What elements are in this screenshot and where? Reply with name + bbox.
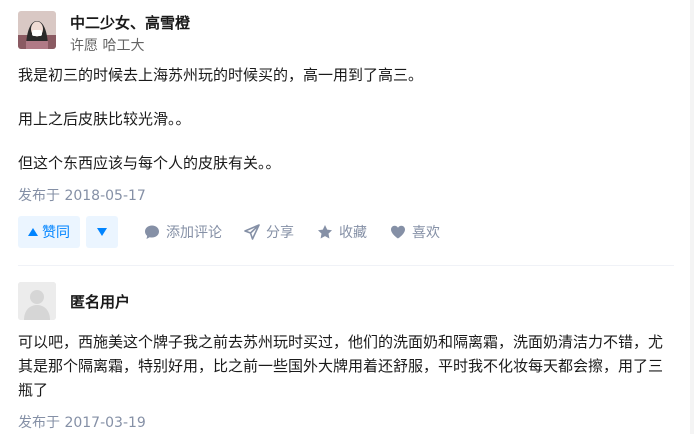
triangle-down-icon — [97, 228, 107, 236]
vote-up-label: 赞同 — [42, 225, 70, 241]
author-headline: 许愿 哈工大 — [70, 38, 145, 54]
favorite-button[interactable]: 收藏 — [317, 216, 367, 248]
share-icon — [244, 224, 260, 240]
answer-paragraph: 我是初三的时候去上海苏州玩的时候买的，高一用到了高三。 — [18, 66, 424, 84]
answer-divider — [18, 265, 674, 266]
share-label: 分享 — [266, 225, 294, 241]
comment-button[interactable]: 添加评论 — [144, 216, 222, 248]
published-time[interactable]: 发布于 2018-05-17 — [18, 185, 146, 205]
author-info: 中二少女、高雪橙 许愿 哈工大 — [18, 11, 618, 54]
like-button[interactable]: 喜欢 — [390, 216, 440, 248]
anonymous-avatar — [18, 282, 56, 320]
published-time[interactable]: 发布于 2017-03-19 — [18, 412, 146, 432]
vote-up-button[interactable]: 赞同 — [18, 216, 80, 248]
share-button[interactable]: 分享 — [244, 216, 294, 248]
heart-icon — [391, 225, 405, 239]
triangle-up-icon — [28, 228, 38, 236]
answer-text: 可以吧，西施美这个牌子我之前去苏州玩时买过，他们的洗面奶和隔离霜，洗面奶清洁力不… — [18, 333, 664, 399]
author-name: 匿名用户 — [70, 293, 131, 311]
author-name[interactable]: 中二少女、高雪橙 — [70, 12, 190, 33]
author-info: 匿名用户 — [18, 282, 618, 320]
comment-label: 添加评论 — [166, 225, 222, 241]
vote-down-button[interactable] — [86, 216, 118, 248]
answer-paragraph: 但这个东西应该与每个人的皮肤有关。。 — [18, 154, 281, 172]
answer-paragraph: 用上之后皮肤比较光滑。。 — [18, 110, 191, 128]
action-bar: 赞同 添加评论 分享 收藏 喜欢 — [18, 216, 668, 248]
comment-icon — [145, 225, 159, 239]
scrollbar[interactable] — [690, 0, 694, 434]
favorite-label: 收藏 — [339, 225, 367, 241]
star-icon — [318, 225, 332, 239]
like-label: 喜欢 — [412, 225, 440, 241]
avatar[interactable] — [18, 11, 56, 49]
